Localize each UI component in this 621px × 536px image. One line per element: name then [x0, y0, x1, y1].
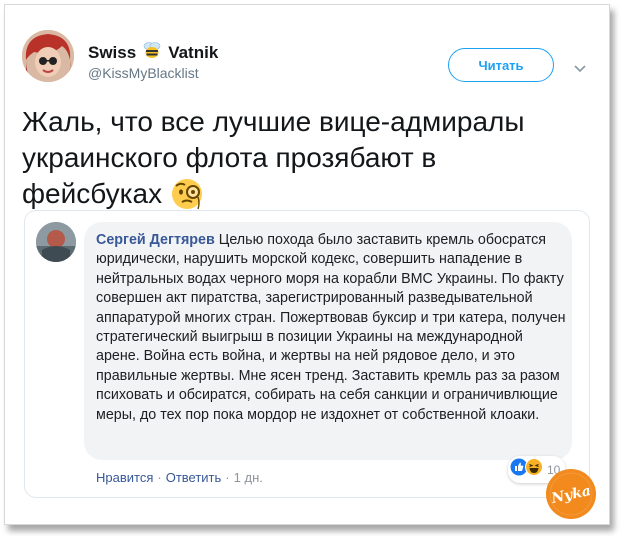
display-name[interactable]: Swiss Vatnik — [88, 40, 218, 65]
tweet-text-body: Жаль, что все лучшие вице-адмиралы украи… — [22, 106, 525, 209]
haha-reaction-icon — [525, 458, 543, 481]
user-handle[interactable]: @KissMyBlacklist — [88, 65, 199, 81]
comment-actions: Нравится · Ответить · 1 дн. — [96, 470, 263, 485]
comment-body: Целью похода было заставить кремль обоср… — [96, 232, 566, 423]
commenter-avatar[interactable] — [36, 222, 76, 262]
separator: · — [157, 470, 162, 485]
separator: · — [225, 470, 230, 485]
display-name-left: Swiss — [88, 42, 137, 62]
comment-text: Сергей Дегтярев Целью похода было застав… — [96, 231, 566, 425]
comment-author[interactable]: Сергей Дегтярев — [96, 232, 215, 248]
display-name-right: Vatnik — [168, 42, 219, 62]
bee-emoji-icon — [142, 40, 162, 65]
chevron-down-icon[interactable] — [574, 60, 586, 78]
like-link[interactable]: Нравится — [96, 470, 153, 485]
tweet-text: Жаль, что все лучшие вице-адмиралы украи… — [22, 104, 582, 220]
avatar[interactable] — [22, 30, 74, 82]
watermark-logo: Nyka — [543, 466, 599, 522]
follow-button[interactable]: Читать — [448, 48, 554, 82]
comment-time[interactable]: 1 дн. — [234, 470, 263, 485]
reply-link[interactable]: Ответить — [166, 470, 222, 485]
